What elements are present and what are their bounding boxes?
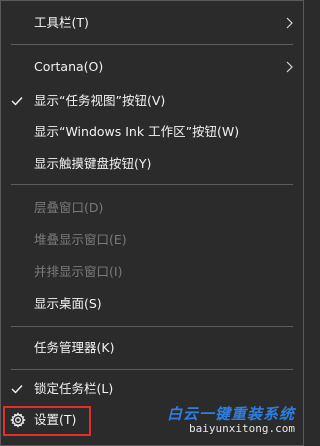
menu-item-show-windows-ink-button[interactable]: 显示“Windows Ink 工作区”按钮(W) <box>1 120 303 144</box>
menu-item-side-by-side-windows: 并排显示窗口(I) <box>1 260 303 284</box>
menu-item-toolbars[interactable]: 工具栏(T) <box>1 11 303 35</box>
menu-item-label: 显示桌面(S) <box>34 296 102 311</box>
menu-separator <box>11 326 293 327</box>
menu-item-show-touch-keyboard-button[interactable]: 显示触摸键盘按钮(Y) <box>1 152 303 176</box>
menu-separator <box>11 44 293 45</box>
taskbar-context-menu: 工具栏(T) Cortana(O) 显示“任务视图”按钮(V) 显示“Windo… <box>0 0 304 446</box>
settings-highlight-box <box>3 406 91 436</box>
checkmark-icon <box>10 377 24 401</box>
menu-item-label: 任务管理器(K) <box>34 340 115 355</box>
menu-item-label: 锁定任务栏(L) <box>34 381 114 396</box>
watermark-logo: 白云一键重装系统 baiyunxitong.com <box>147 403 297 439</box>
chevron-right-icon <box>284 55 294 79</box>
menu-item-task-manager[interactable]: 任务管理器(K) <box>1 336 303 360</box>
menu-item-label: Cortana(O) <box>34 59 104 74</box>
menu-item-label: 层叠窗口(D) <box>34 200 104 215</box>
menu-separator <box>11 184 293 185</box>
menu-item-stack-windows: 堆叠显示窗口(E) <box>1 228 303 252</box>
menu-item-show-desktop[interactable]: 显示桌面(S) <box>1 292 303 316</box>
menu-item-label: 堆叠显示窗口(E) <box>34 232 127 247</box>
chevron-right-icon <box>284 11 294 35</box>
menu-separator <box>11 369 293 370</box>
menu-item-cascade-windows: 层叠窗口(D) <box>1 196 303 220</box>
menu-item-label: 显示“任务视图”按钮(V) <box>34 93 166 108</box>
watermark-url: baiyunxitong.com <box>189 422 295 435</box>
menu-item-cortana[interactable]: Cortana(O) <box>1 55 303 79</box>
menu-item-label: 显示触摸键盘按钮(Y) <box>34 156 152 171</box>
menu-item-label: 显示“Windows Ink 工作区”按钮(W) <box>34 124 240 139</box>
menu-item-show-task-view-button[interactable]: 显示“任务视图”按钮(V) <box>1 89 303 113</box>
menu-item-label: 工具栏(T) <box>34 15 89 30</box>
menu-item-label: 并排显示窗口(I) <box>34 264 123 279</box>
watermark-title: 白云一键重装系统 <box>166 405 295 423</box>
checkmark-icon <box>10 89 24 113</box>
menu-item-lock-taskbar[interactable]: 锁定任务栏(L) <box>1 377 303 401</box>
